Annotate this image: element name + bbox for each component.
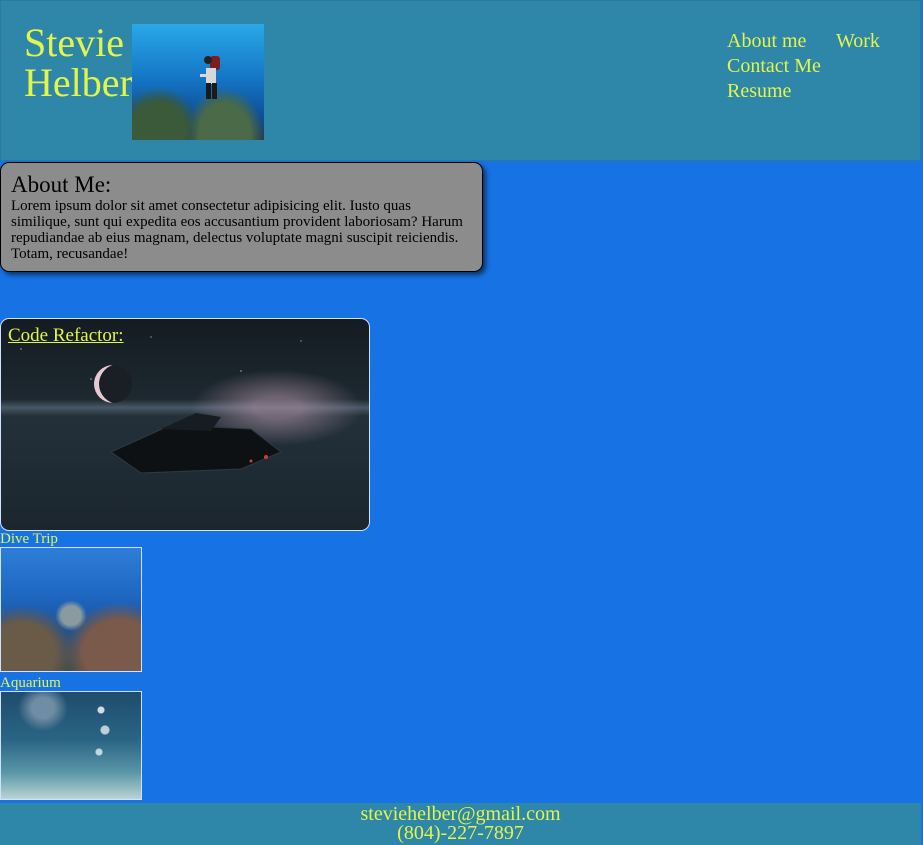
nav-link-work[interactable]: Work — [836, 29, 880, 54]
reef-photo[interactable] — [0, 547, 142, 672]
featured-project-card[interactable]: Code Refactor: — [0, 318, 370, 531]
planet-icon — [94, 365, 132, 403]
about-text: Lorem ipsum dolor sit amet consectetur a… — [11, 198, 463, 262]
project-title-link[interactable]: Code Refactor: — [8, 325, 124, 347]
nav-link-about-me[interactable]: About me — [727, 29, 806, 54]
site-header: Stevie Helber About me Work Contact Me R… — [0, 0, 921, 161]
nav-link-contact-me[interactable]: Contact Me — [727, 54, 821, 79]
gallery-label-aquarium: Aquarium — [0, 675, 61, 691]
site-title-line-2: Helber — [24, 60, 133, 105]
site-title-line-1: Stevie — [24, 20, 124, 65]
scuba-diver-icon — [200, 56, 220, 99]
site-footer: steviehelber@gmail.com (804)-227-7897 — [0, 803, 921, 845]
footer-email[interactable]: steviehelber@gmail.com — [0, 803, 921, 824]
spaceship-screenshot — [109, 413, 282, 474]
about-card: About Me: Lorem ipsum dolor sit amet con… — [0, 162, 483, 272]
diver-photo — [132, 24, 264, 140]
footer-phone[interactable]: (804)-227-7897 — [0, 823, 921, 843]
nav-link-resume[interactable]: Resume — [727, 79, 791, 104]
bubbles-icon — [93, 700, 111, 770]
about-heading: About Me: — [11, 172, 112, 197]
site-title: Stevie Helber — [24, 23, 133, 103]
gallery-label-dive-trip: Dive Trip — [0, 531, 58, 547]
aquarium-photo[interactable] — [0, 691, 142, 800]
